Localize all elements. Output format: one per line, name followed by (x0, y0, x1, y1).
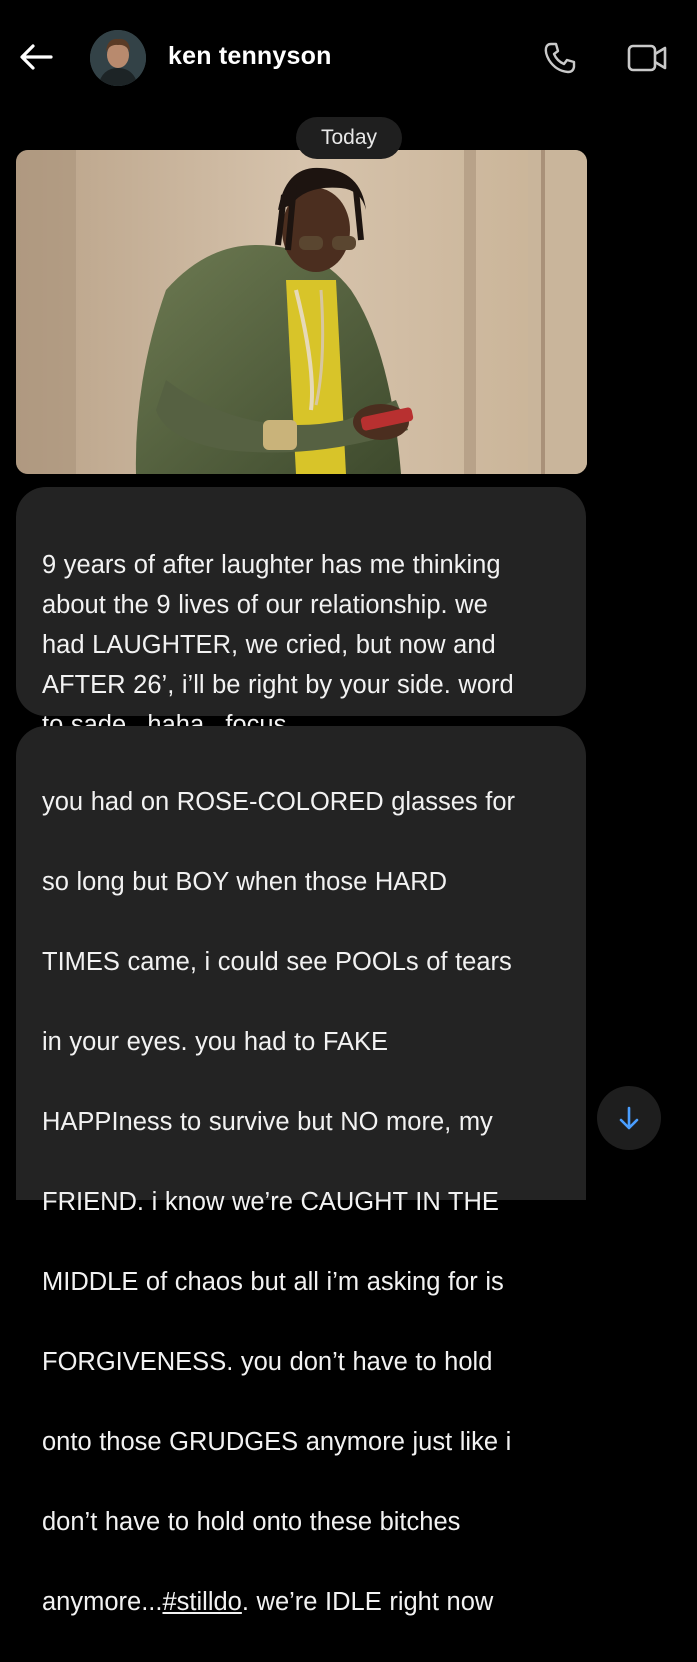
message-text-line: you had on ROSE-COLORED glasses for (42, 788, 516, 816)
message-text-line: in your eyes. you had to FAKE (42, 1028, 389, 1056)
back-arrow-icon (20, 44, 53, 70)
arrow-down-icon (619, 1106, 639, 1130)
message-text-line: so long but BOY when those HARD (42, 868, 448, 896)
message-text-line: FRIEND. i know we’re CAUGHT IN THE (42, 1188, 499, 1216)
message-text-line: HAPPIness to survive but NO more, my (42, 1108, 493, 1136)
message-bubble[interactable]: 9 years of after laughter has me thinkin… (16, 487, 586, 739)
call-button[interactable] (542, 40, 578, 76)
phone-icon (544, 42, 576, 74)
image-message[interactable] (16, 150, 587, 474)
message-text-line: don’t have to hold onto these bitches (42, 1508, 461, 1536)
chat-header: ken tennyson (0, 0, 697, 118)
message-text-line: FORGIVENESS. you don’t have to hold (42, 1348, 493, 1376)
message-bubble[interactable]: you had on ROSE-COLORED glasses for so l… (16, 726, 586, 1616)
message-text-line: MIDDLE of chaos but all i’m asking for i… (42, 1268, 504, 1296)
photo-attachment-icon (16, 150, 587, 474)
video-camera-icon (627, 44, 667, 72)
message-text-line: anymore...#stilldo. we’re IDLE right now (42, 1582, 564, 1622)
hashtag-link[interactable]: #stilldo (162, 1588, 241, 1616)
message-text-segment: anymore... (42, 1588, 163, 1616)
message-text-line: TIMES came, i could see POOLs of tears (42, 948, 512, 976)
message-text-line: onto those GRUDGES anymore just like i (42, 1428, 512, 1456)
video-call-button[interactable] (626, 42, 668, 74)
message-text: 9 years of after laughter has me thinkin… (42, 551, 514, 739)
message-text-segment: . we’re IDLE right now (241, 1588, 494, 1616)
scroll-to-bottom-button[interactable] (597, 1086, 661, 1150)
contact-name[interactable]: ken tennyson (168, 42, 332, 71)
back-button[interactable] (18, 42, 54, 72)
avatar[interactable] (90, 30, 146, 86)
date-separator: Today (296, 117, 402, 159)
